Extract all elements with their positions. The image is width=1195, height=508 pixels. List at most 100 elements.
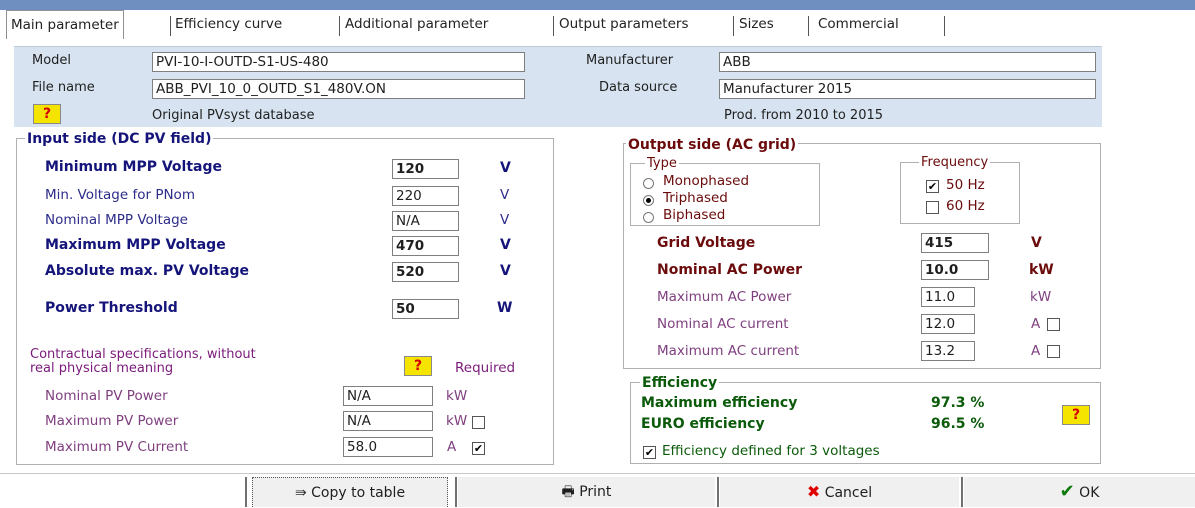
model-label: Model [32, 53, 72, 68]
max-pv-power-field[interactable]: N/A [343, 411, 433, 431]
min-mpp-voltage-unit: V [500, 160, 511, 176]
printer-icon: 🖶 [561, 484, 575, 500]
triphased-radio[interactable] [643, 195, 654, 206]
efficiency-help-button[interactable]: ? [1062, 405, 1090, 425]
frequency-group [900, 162, 1020, 224]
monophased-radio[interactable] [643, 178, 654, 189]
biphased-radio[interactable] [643, 212, 654, 223]
model-field[interactable]: PVI-10-I-OUTD-S1-US-480 [152, 52, 525, 72]
max-pv-power-unit: kW [446, 413, 468, 429]
tab-additional-parameter[interactable]: Additional parameter [345, 12, 488, 36]
max-pv-current-unit: A [447, 439, 457, 455]
manufacturer-label: Manufacturer [586, 53, 674, 68]
datasource-field[interactable]: Manufacturer 2015 [719, 79, 1096, 99]
cancel-label: Cancel [824, 485, 873, 501]
nominal-ac-current-checkbox[interactable] [1047, 318, 1060, 331]
nominal-ac-current-unit: A [1031, 316, 1041, 332]
tab-main-parameter[interactable]: Main parameter [6, 10, 124, 39]
max-ac-power-label: Maximum AC Power [657, 289, 792, 305]
database-text: Original PVsyst database [152, 108, 315, 123]
nominal-pv-power-label: Nominal PV Power [45, 388, 168, 404]
monophased-label: Monophased [663, 173, 750, 189]
output-side-title: Output side (AC grid) [626, 137, 799, 153]
max-ac-power-field[interactable]: 11.0 [921, 287, 975, 307]
contractual-text-line1: Contractual specifications, without [30, 347, 256, 362]
nominal-ac-power-label: Nominal AC Power [657, 262, 803, 278]
tab-separator [808, 16, 809, 36]
tab-sizes[interactable]: Sizes [739, 12, 774, 36]
max-pv-power-label: Maximum PV Power [45, 413, 179, 429]
print-button[interactable]: 🖶 Print [458, 477, 715, 507]
datasource-label: Data source [599, 80, 678, 95]
max-efficiency-label: Maximum efficiency [641, 395, 798, 411]
copy-to-table-button[interactable]: ⇛ Copy to table [252, 477, 448, 507]
max-mpp-voltage-unit: V [500, 237, 511, 253]
max-mpp-voltage-field[interactable]: 470 [392, 236, 459, 256]
triphased-label: Triphased [663, 190, 728, 206]
help-button[interactable]: ? [33, 104, 61, 124]
nominal-pv-power-field[interactable]: N/A [343, 386, 433, 406]
cancel-x-icon: ✖ [806, 482, 821, 501]
tab-efficiency-curve[interactable]: Efficiency curve [175, 12, 282, 36]
max-pv-current-label: Maximum PV Current [45, 439, 189, 455]
button-separator [961, 477, 963, 507]
frequency-title: Frequency [919, 155, 991, 170]
nominal-mpp-voltage-unit: V [500, 212, 510, 228]
print-label: Print [579, 484, 612, 500]
contractual-text-line2: real physical meaning [30, 361, 174, 376]
efficiency-3-voltages-checkbox[interactable]: ✔ [643, 446, 656, 459]
freq-60hz-label: 60 Hz [946, 198, 985, 214]
grid-voltage-field[interactable]: 415 [921, 233, 989, 253]
max-pv-current-field[interactable]: 58.0 [343, 437, 433, 457]
button-separator [245, 477, 247, 507]
nominal-ac-power-field[interactable]: 10.0 [921, 260, 989, 280]
freq-50hz-checkbox[interactable]: ✔ [926, 180, 939, 193]
max-ac-current-field[interactable]: 13.2 [921, 341, 975, 361]
max-pv-power-checkbox[interactable] [472, 416, 485, 429]
max-pv-current-checkbox[interactable]: ✔ [472, 442, 485, 455]
bottom-divider [0, 473, 1195, 474]
min-mpp-voltage-field[interactable]: 120 [392, 159, 459, 179]
nominal-ac-current-field[interactable]: 12.0 [921, 314, 975, 334]
power-threshold-unit: W [497, 300, 513, 316]
ok-button[interactable]: ✔ OK [964, 477, 1195, 507]
contractual-help-button[interactable]: ? [404, 356, 432, 376]
nominal-mpp-voltage-label: Nominal MPP Voltage [45, 212, 188, 228]
required-label: Required [455, 360, 516, 376]
filename-field[interactable]: ABB_PVI_10_0_OUTD_S1_480V.ON [152, 79, 525, 99]
production-years-text: Prod. from 2010 to 2015 [724, 108, 884, 123]
efficiency-title: Efficiency [640, 375, 720, 391]
tab-output-parameters[interactable]: Output parameters [559, 12, 689, 36]
max-mpp-voltage-label: Maximum MPP Voltage [45, 237, 226, 253]
min-mpp-voltage-label: Minimum MPP Voltage [45, 159, 222, 175]
abs-max-pv-voltage-unit: V [500, 263, 511, 279]
grid-voltage-unit: V [1031, 235, 1042, 251]
tab-separator [170, 16, 171, 36]
cancel-button[interactable]: ✖ Cancel [720, 477, 959, 507]
tab-commercial[interactable]: Commercial [818, 12, 899, 36]
freq-50hz-label: 50 Hz [946, 177, 985, 193]
max-ac-current-unit: A [1031, 343, 1041, 359]
tab-separator [733, 16, 734, 36]
power-threshold-field[interactable]: 50 [392, 299, 459, 319]
nominal-mpp-voltage-field[interactable]: N/A [392, 211, 459, 231]
abs-max-pv-voltage-field[interactable]: 520 [392, 262, 459, 282]
checkmark-icon: ✔ [1059, 481, 1075, 502]
header-panel: Model PVI-10-I-OUTD-S1-US-480 File name … [14, 46, 1102, 127]
biphased-label: Biphased [663, 207, 726, 223]
euro-efficiency-label: EURO efficiency [641, 416, 765, 432]
freq-60hz-checkbox[interactable] [926, 201, 939, 214]
tab-separator [553, 16, 554, 36]
input-side-title: Input side (DC PV field) [25, 131, 214, 147]
min-voltage-pnom-unit: V [500, 187, 510, 203]
tab-bar: Main parameter Efficiency curve Addition… [0, 0, 1195, 39]
efficiency-3-voltages-label: Efficiency defined for 3 voltages [662, 443, 880, 459]
max-ac-current-checkbox[interactable] [1047, 345, 1060, 358]
nominal-ac-power-unit: kW [1029, 262, 1054, 278]
nominal-ac-current-label: Nominal AC current [657, 316, 789, 332]
power-threshold-label: Power Threshold [45, 300, 178, 316]
min-voltage-pnom-label: Min. Voltage for PNom [45, 187, 195, 203]
min-voltage-pnom-field[interactable]: 220 [392, 186, 459, 206]
manufacturer-field[interactable]: ABB [719, 52, 1096, 72]
button-separator [717, 477, 719, 507]
